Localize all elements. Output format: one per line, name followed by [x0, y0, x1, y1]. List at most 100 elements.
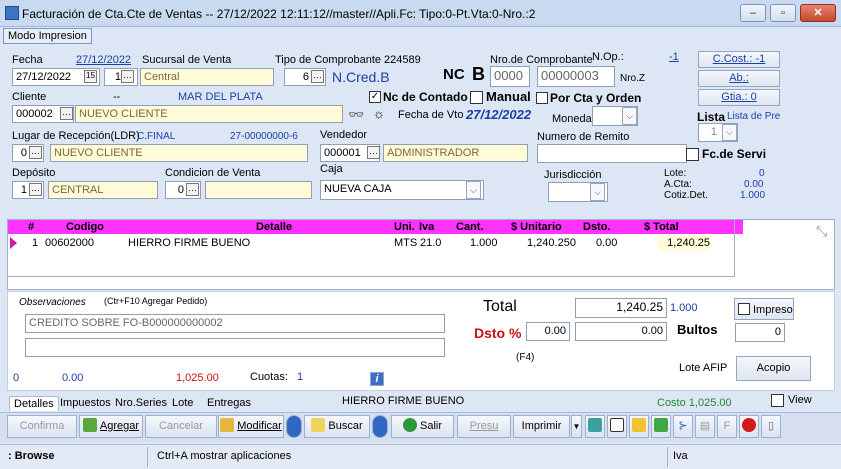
agregar-button[interactable]: Agregar — [79, 415, 143, 438]
binoculars-icon[interactable]: 👓 — [348, 107, 364, 123]
app-icon — [5, 6, 19, 20]
cell-total: 1,240.25 — [658, 236, 710, 251]
tab-nro-series[interactable]: Nro.Series — [111, 396, 171, 410]
col-dsto: Dsto. — [583, 221, 611, 233]
branch-icon[interactable]: ⊱ — [673, 415, 693, 438]
lugar-cuit: 27-00000000-6 — [230, 131, 298, 142]
status-mode: : Browse — [8, 450, 55, 462]
cell-iva: 21.0 — [420, 237, 442, 249]
fecha-vto-label: Fecha de Vto — [398, 109, 464, 121]
tipo-comp-label: Tipo de Comprobante 224589 — [275, 54, 421, 66]
juris-dropdown-icon[interactable]: ⌵ — [590, 183, 605, 201]
por-cta-checkbox[interactable] — [536, 92, 548, 104]
minimize-button[interactable]: – — [740, 4, 766, 22]
tipo-comp-name: N.Cred.B — [332, 69, 390, 85]
acopio-button[interactable]: Acopio — [736, 356, 811, 381]
prev-icon[interactable] — [286, 415, 302, 438]
nc-contado-label: Nc de Contado — [383, 90, 468, 104]
minus-one-link[interactable]: -1 — [669, 51, 679, 63]
modo-impresion-button[interactable]: Modo Impresion — [3, 28, 92, 44]
tab-lote[interactable]: Lote — [168, 396, 197, 410]
card-icon — [610, 418, 624, 432]
numero-input[interactable]: 00000003 — [537, 66, 615, 87]
info-icon[interactable]: i — [370, 372, 384, 386]
buscar-button[interactable]: Buscar — [304, 415, 370, 438]
calendar-icon[interactable]: 15 — [84, 70, 97, 83]
presu-label: Presu — [469, 420, 499, 432]
view-checkbox[interactable] — [771, 394, 784, 407]
tab-entregas[interactable]: Entregas — [203, 396, 255, 410]
lugar-lookup-icon[interactable]: … — [29, 146, 42, 159]
next-icon[interactable] — [372, 415, 388, 438]
stop-icon[interactable] — [739, 415, 759, 438]
menu-bar — [0, 27, 841, 45]
gtia-button[interactable]: Gtia.: 0 — [698, 89, 780, 106]
cancelar-button[interactable]: Cancelar — [145, 415, 217, 438]
fecha-label: Fecha — [12, 54, 43, 66]
moneda-dropdown-icon[interactable]: ⌵ — [622, 107, 637, 125]
bultos-input[interactable]: 0 — [735, 323, 785, 342]
presu-button[interactable]: Presu — [457, 415, 511, 438]
fecha-vto-value[interactable]: 27/12/2022 — [466, 107, 531, 122]
tool-icon-2[interactable] — [607, 415, 627, 438]
cond-lookup-icon[interactable]: … — [186, 183, 199, 196]
salir-label: Salir — [419, 420, 442, 432]
grid-header: # Codigo Detalle Uni. Iva Cant. $ Unitar… — [8, 220, 743, 234]
impreso-checkbox[interactable] — [738, 303, 750, 315]
tool-icon-3[interactable] — [629, 415, 649, 438]
maximize-button[interactable]: ▫ — [770, 4, 796, 22]
tool-icon-1[interactable] — [585, 415, 605, 438]
obs-line-2[interactable] — [25, 338, 445, 357]
lote-afip-label: Lote AFIP — [679, 362, 728, 374]
nc-contado-checkbox[interactable]: ✓ — [369, 91, 381, 103]
agregar-label: Agregar — [99, 420, 140, 432]
exit-icon — [402, 418, 417, 432]
imprimir-button[interactable]: Imprimir — [513, 415, 570, 438]
salir-button[interactable]: Salir — [391, 415, 454, 438]
caja-select[interactable]: NUEVA CAJA — [320, 180, 484, 200]
nroz-label: Nro.Z — [620, 73, 645, 84]
nop-label: N.Op.: — [592, 51, 624, 63]
close-button[interactable]: ✕ — [800, 4, 836, 22]
caja-dropdown-icon[interactable]: ⌵ — [466, 181, 481, 199]
printer-icon[interactable]: ▤ — [695, 415, 715, 438]
dsto-pct-input[interactable]: 0.00 — [526, 322, 570, 341]
acta-value: 0.00 — [744, 179, 764, 190]
bin-icon[interactable]: ▯ — [761, 415, 781, 438]
deposito-lookup-icon[interactable]: … — [29, 183, 42, 196]
confirma-button[interactable]: Confirma — [7, 415, 77, 438]
remito-input[interactable] — [537, 144, 687, 163]
window-title: Facturación de Cta.Cte de Ventas -- 27/1… — [22, 7, 536, 21]
grid-divider-v — [734, 220, 735, 277]
obs-line-1[interactable]: CREDITO SOBRE FO-B000000000002 — [25, 314, 445, 333]
resize-icon[interactable]: ⤡ — [816, 223, 827, 240]
punto-venta-input[interactable]: 0000 — [490, 66, 530, 87]
tipo-comp-lookup-icon[interactable]: … — [311, 70, 324, 83]
modificar-button[interactable]: Modificar — [218, 415, 284, 438]
lista-dropdown-icon[interactable]: ⌵ — [722, 124, 737, 141]
tab-detalles[interactable]: Detalles — [9, 396, 59, 411]
f-icon[interactable]: F — [717, 415, 737, 438]
fc-servi-checkbox[interactable] — [686, 148, 699, 161]
cliente-lookup-icon[interactable]: … — [60, 107, 73, 120]
ab-button[interactable]: Ab.: — [698, 70, 780, 87]
fecha-link[interactable]: 27/12/2022 — [76, 54, 131, 66]
ccost-button[interactable]: C.Cost.: -1 — [698, 51, 780, 68]
cancelar-label: Cancelar — [158, 420, 204, 432]
cell-detalle: HIERRO FIRME BUENO — [128, 237, 251, 249]
vendedor-label: Vendedor — [320, 129, 368, 141]
col-detalle: Detalle — [256, 221, 293, 233]
cliente-city: MAR DEL PLATA — [178, 91, 263, 103]
imprimir-dropdown-icon[interactable]: ▼ — [571, 415, 582, 438]
manual-label: Manual — [486, 89, 531, 104]
vendedor-lookup-icon[interactable]: … — [367, 146, 380, 159]
modificar-label: Modificar — [237, 420, 282, 432]
items-grid[interactable]: # Codigo Detalle Uni. Iva Cant. $ Unitar… — [7, 219, 835, 290]
table-row[interactable]: 1 00602000 HIERRO FIRME BUENO MTS 21.0 1… — [8, 236, 743, 251]
sucursal-lookup-icon[interactable]: … — [121, 70, 134, 83]
costo-label: Costo 1,025.00 — [657, 397, 732, 409]
tab-impuestos[interactable]: Impuestos — [56, 396, 115, 410]
total-cotiz: 1.000 — [670, 302, 698, 314]
manual-checkbox[interactable] — [470, 91, 483, 104]
tool-icon-4[interactable] — [651, 415, 671, 438]
